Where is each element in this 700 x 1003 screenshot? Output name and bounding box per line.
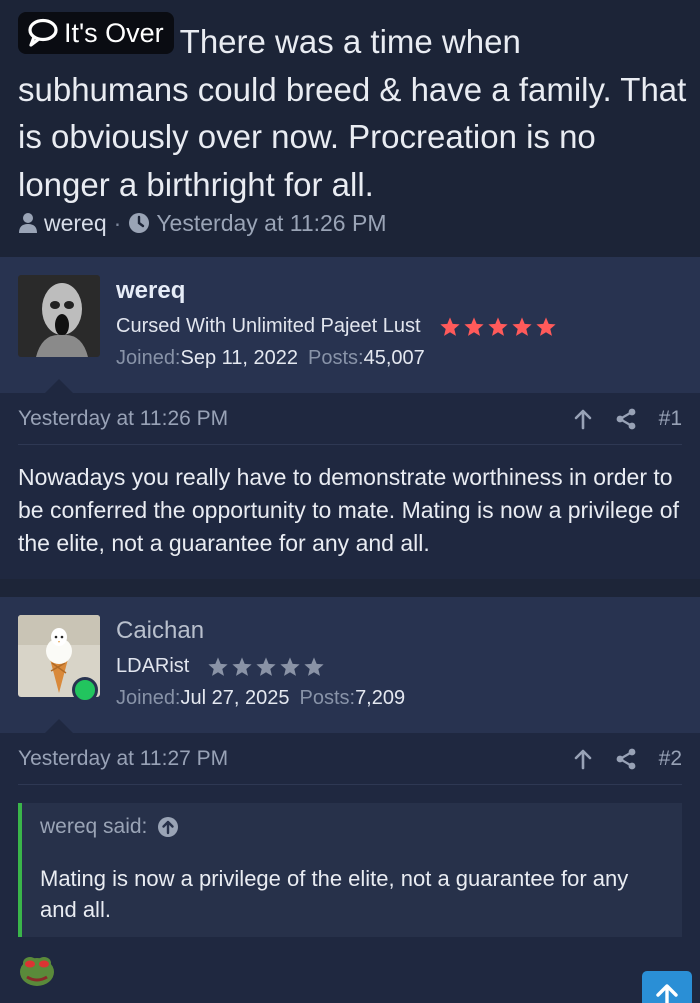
thread-prefix-label: It's Over [64, 18, 164, 48]
posts-count: 7,209 [355, 687, 406, 709]
star-icon [511, 316, 532, 336]
user-block-pointer [45, 719, 73, 733]
thread-title: It's Over There was a time when subhuman… [18, 12, 688, 208]
thread-header: It's Over There was a time when subhuman… [0, 0, 700, 257]
star-icon [439, 316, 460, 336]
user-icon [18, 212, 38, 234]
post-date[interactable]: Yesterday at 11:27 PM [18, 747, 573, 771]
post-2-body: Yesterday at 11:27 PM #2 wereq said: Mat… [0, 733, 700, 1003]
post-number-link[interactable]: #1 [659, 407, 682, 431]
star-icon [487, 316, 508, 336]
online-status-indicator [72, 677, 98, 703]
user-rating-stars [439, 316, 559, 338]
posts-count: 45,007 [363, 347, 425, 369]
clock-icon [128, 212, 150, 234]
star-icon [232, 656, 252, 676]
joined-date: Jul 27, 2025 [180, 687, 290, 709]
star-icon [304, 656, 324, 676]
chevron-up-icon [656, 984, 678, 1003]
posts-label: Posts: [299, 687, 356, 709]
quote-block: wereq said: Mating is now a privilege of… [18, 803, 682, 937]
star-icon [463, 316, 484, 336]
joined-date: Sep 11, 2022 [180, 347, 299, 369]
arrow-up-icon[interactable] [573, 748, 593, 770]
user-stats: Joined:Jul 27, 2025 Posts:7,209 [116, 687, 405, 710]
scroll-to-top-button[interactable] [642, 971, 692, 1003]
thread-meta: wereq · Yesterday at 11:26 PM [18, 208, 386, 238]
star-icon [208, 656, 228, 676]
thread-author-link[interactable]: wereq [44, 210, 107, 237]
user-stats: Joined:Sep 11, 2022 Posts:45,007 [116, 347, 425, 370]
arrow-up-icon[interactable] [573, 408, 593, 430]
meta-separator: · [113, 209, 122, 236]
post-message: Nowadays you really have to demonstrate … [18, 464, 679, 556]
post-1-body: Yesterday at 11:26 PM #1 Nowadays you re… [0, 393, 700, 579]
arrow-up-circle-icon[interactable] [157, 816, 179, 838]
star-icon [535, 316, 556, 336]
share-icon[interactable] [615, 748, 637, 770]
post-2-user-block: Caichan LDARist Joined:Jul 27, 2025 Posts… [0, 597, 700, 733]
post-1-user-block: wereq Cursed With Unlimited Pajeet Lust … [0, 257, 700, 393]
quote-header[interactable]: wereq said: [40, 815, 179, 839]
speech-bubble-icon [28, 18, 58, 47]
reaction-icon[interactable] [18, 950, 56, 988]
post-actions: #2 [573, 747, 682, 771]
thread-prefix-badge[interactable]: It's Over [18, 12, 174, 54]
user-rating-stars [207, 656, 327, 678]
joined-label: Joined: [116, 687, 181, 709]
user-block-pointer [45, 379, 73, 393]
star-icon [280, 656, 300, 676]
user-title: LDARist [116, 655, 327, 678]
quote-text: Mating is now a privilege of the elite, … [40, 866, 629, 922]
star-icon [256, 656, 276, 676]
quote-author[interactable]: wereq said: [40, 815, 147, 839]
thread-time[interactable]: Yesterday at 11:26 PM [156, 210, 386, 237]
post-date[interactable]: Yesterday at 11:26 PM [18, 407, 573, 431]
post-actions: #1 [573, 407, 682, 431]
post-username[interactable]: wereq [116, 277, 185, 305]
post-header: Yesterday at 11:27 PM #2 [18, 733, 682, 785]
user-title-text: Cursed With Unlimited Pajeet Lust [116, 315, 421, 337]
post-username[interactable]: Caichan [116, 617, 204, 645]
avatar[interactable] [18, 275, 100, 357]
joined-label: Joined: [116, 347, 181, 369]
posts-label: Posts: [308, 347, 364, 369]
share-icon[interactable] [615, 408, 637, 430]
post-number-link[interactable]: #2 [659, 747, 682, 771]
user-title: Cursed With Unlimited Pajeet Lust [116, 315, 559, 338]
user-title-text: LDARist [116, 655, 190, 677]
post-header: Yesterday at 11:26 PM #1 [18, 393, 682, 445]
